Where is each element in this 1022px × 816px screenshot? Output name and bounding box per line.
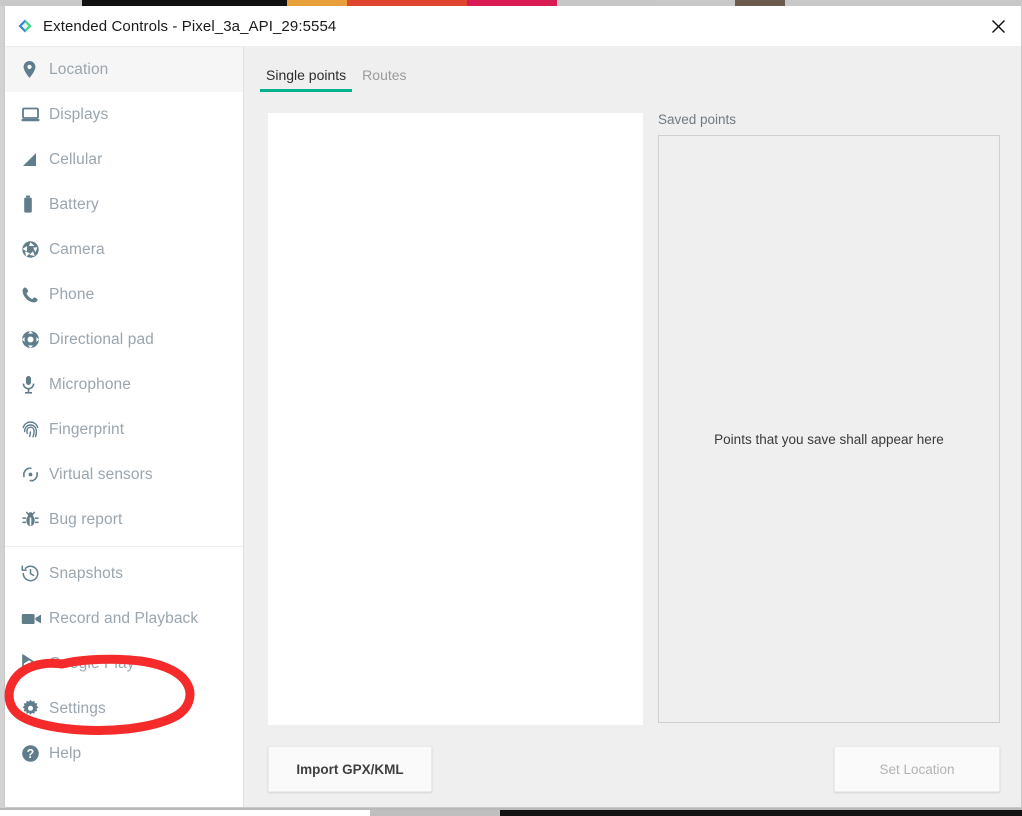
tab-bar: Single points Routes xyxy=(244,46,1021,92)
sidebar-item-label: Displays xyxy=(49,105,109,123)
sidebar-item-cellular[interactable]: Cellular xyxy=(5,137,243,182)
svg-text:?: ? xyxy=(27,747,35,761)
sidebar-item-label: Directional pad xyxy=(49,330,154,348)
sidebar-item-microphone[interactable]: Microphone xyxy=(5,362,243,407)
google-play-icon xyxy=(21,654,49,673)
sidebar-item-label: Bug report xyxy=(49,510,123,528)
android-emulator-icon xyxy=(17,18,33,34)
sidebar-item-label: Google Play xyxy=(49,654,135,672)
sidebar-item-label: Camera xyxy=(49,240,105,258)
gear-icon xyxy=(21,699,49,718)
sidebar-item-help[interactable]: ? Help xyxy=(5,731,243,776)
set-location-button-label: Set Location xyxy=(879,761,955,777)
sidebar-item-label: Microphone xyxy=(49,375,131,393)
sidebar-item-label: Virtual sensors xyxy=(49,465,153,483)
sidebar-item-camera[interactable]: Camera xyxy=(5,227,243,272)
monitor-icon xyxy=(21,106,49,123)
close-icon[interactable] xyxy=(975,6,1021,46)
set-location-button[interactable]: Set Location xyxy=(834,746,1000,792)
sidebar-item-label: Settings xyxy=(49,699,106,717)
tab-label: Single points xyxy=(266,67,347,83)
import-gpx-kml-button[interactable]: Import GPX/KML xyxy=(268,746,432,792)
camera-aperture-icon xyxy=(21,240,49,259)
sidebar-item-label: Snapshots xyxy=(49,564,124,582)
import-gpx-kml-button-label: Import GPX/KML xyxy=(296,761,404,777)
saved-points-section: Saved points Points that you save shall … xyxy=(658,113,1000,723)
sidebar-item-battery[interactable]: Battery xyxy=(5,182,243,227)
sidebar-item-settings[interactable]: Settings xyxy=(5,686,243,731)
history-clock-icon xyxy=(21,564,49,583)
tab-single-points[interactable]: Single points xyxy=(258,67,354,92)
sidebar-navigation: Location Displays Cellular Battery Camer… xyxy=(5,46,244,807)
title-bar: Extended Controls - Pixel_3a_API_29:5554 xyxy=(5,6,1021,46)
sidebar-item-record-and-playback[interactable]: Record and Playback xyxy=(5,596,243,641)
sidebar-item-google-play[interactable]: Google Play xyxy=(5,641,243,686)
fingerprint-icon xyxy=(21,420,49,439)
sidebar-item-fingerprint[interactable]: Fingerprint xyxy=(5,407,243,452)
sidebar-item-bug-report[interactable]: Bug report xyxy=(5,497,243,542)
sidebar-item-directional-pad[interactable]: Directional pad xyxy=(5,317,243,362)
sidebar-item-label: Cellular xyxy=(49,150,103,168)
sidebar-item-snapshots[interactable]: Snapshots xyxy=(5,551,243,596)
question-mark-circle-icon: ? xyxy=(21,744,49,763)
tab-routes[interactable]: Routes xyxy=(354,67,414,92)
extended-controls-window: Extended Controls - Pixel_3a_API_29:5554… xyxy=(4,6,1022,808)
microphone-icon xyxy=(21,375,49,394)
saved-points-empty-message: Points that you save shall appear here xyxy=(714,432,944,447)
sidebar-item-label: Fingerprint xyxy=(49,420,125,438)
map-view[interactable] xyxy=(268,113,643,725)
tab-label: Routes xyxy=(362,67,407,83)
location-panel: Single points Routes Saved points Points… xyxy=(244,46,1021,807)
single-points-panel: Saved points Points that you save shall … xyxy=(244,92,1021,807)
saved-points-list[interactable]: Points that you save shall appear here xyxy=(658,135,1000,723)
sidebar-item-label: Battery xyxy=(49,195,99,213)
sidebar-item-label: Location xyxy=(49,60,109,78)
location-pin-icon xyxy=(21,60,49,79)
sidebar-item-label: Phone xyxy=(49,285,95,303)
dpad-icon xyxy=(21,330,49,349)
bug-icon xyxy=(21,510,49,529)
sidebar-item-phone[interactable]: Phone xyxy=(5,272,243,317)
window-body: Location Displays Cellular Battery Camer… xyxy=(5,46,1021,807)
phone-handset-icon xyxy=(21,286,49,304)
virtual-sensors-icon xyxy=(21,465,49,484)
video-camera-icon xyxy=(21,612,49,626)
background-window-bottom-strip xyxy=(0,808,1022,816)
sidebar-item-label: Record and Playback xyxy=(49,609,199,627)
window-title: Extended Controls - Pixel_3a_API_29:5554 xyxy=(43,17,337,35)
sidebar-item-virtual-sensors[interactable]: Virtual sensors xyxy=(5,452,243,497)
sidebar-item-location[interactable]: Location xyxy=(5,47,243,92)
sidebar-divider xyxy=(5,546,243,547)
signal-bars-icon xyxy=(21,151,49,168)
sidebar-item-label: Help xyxy=(49,744,82,762)
battery-icon xyxy=(21,195,49,214)
saved-points-label: Saved points xyxy=(658,112,737,127)
sidebar-item-displays[interactable]: Displays xyxy=(5,92,243,137)
